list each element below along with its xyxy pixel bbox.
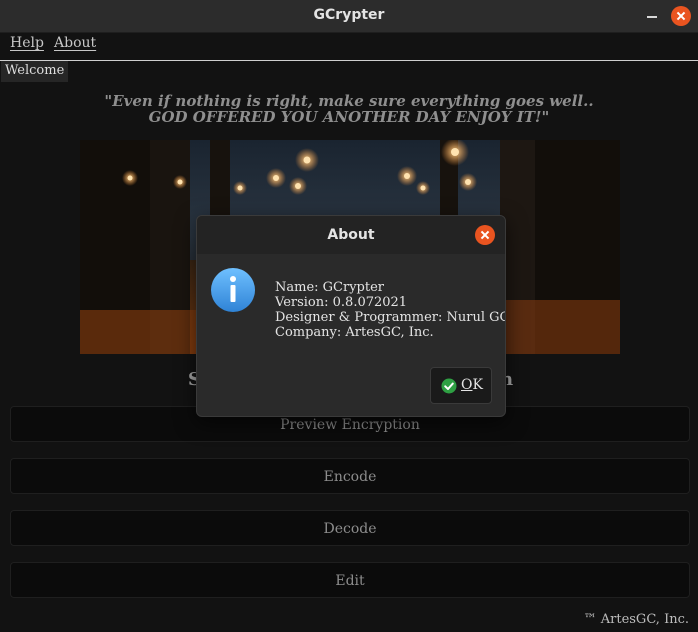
menu-about[interactable]: About (54, 35, 96, 51)
window-title: GCrypter (313, 7, 385, 23)
ok-label: OK (461, 377, 483, 393)
dialog-title: About (327, 227, 375, 243)
info-designer: Designer & Programmer: Nurul GC (275, 310, 506, 325)
close-icon (671, 6, 691, 26)
tab-welcome[interactable]: Welcome (1, 61, 69, 82)
ok-mnemonic: O (461, 377, 473, 393)
footer-copyright: ™ ArtesGC, Inc. (583, 612, 689, 627)
minimize-button[interactable] (642, 6, 662, 26)
dialog-header: About (197, 216, 505, 254)
decode-button[interactable]: Decode (10, 510, 690, 546)
ok-label-rest: K (472, 377, 483, 393)
checkmark-icon (441, 378, 457, 394)
close-icon (475, 225, 495, 245)
info-icon (211, 268, 255, 312)
quote-line-2: GOD OFFERED YOU ANOTHER DAY ENJOY IT!" (148, 108, 550, 126)
tab-divider (0, 60, 698, 61)
ok-button[interactable]: OK (430, 367, 492, 404)
dialog-close-button[interactable] (475, 225, 495, 245)
menu-bar: Help About (0, 33, 698, 59)
about-dialog: About Name: GCrypter Version: 0.8.072021… (196, 215, 506, 417)
encode-button[interactable]: Encode (10, 458, 690, 494)
info-version: Version: 0.8.072021 (275, 295, 408, 310)
about-info: Name: GCrypter Version: 0.8.072021 Desig… (275, 280, 506, 340)
info-company: Company: ArtesGC, Inc. (275, 325, 434, 340)
edit-button[interactable]: Edit (10, 562, 690, 598)
info-name: Name: GCrypter (275, 280, 385, 295)
title-bar: GCrypter (0, 0, 698, 33)
menu-help[interactable]: Help (10, 35, 44, 51)
close-window-button[interactable] (671, 6, 691, 26)
